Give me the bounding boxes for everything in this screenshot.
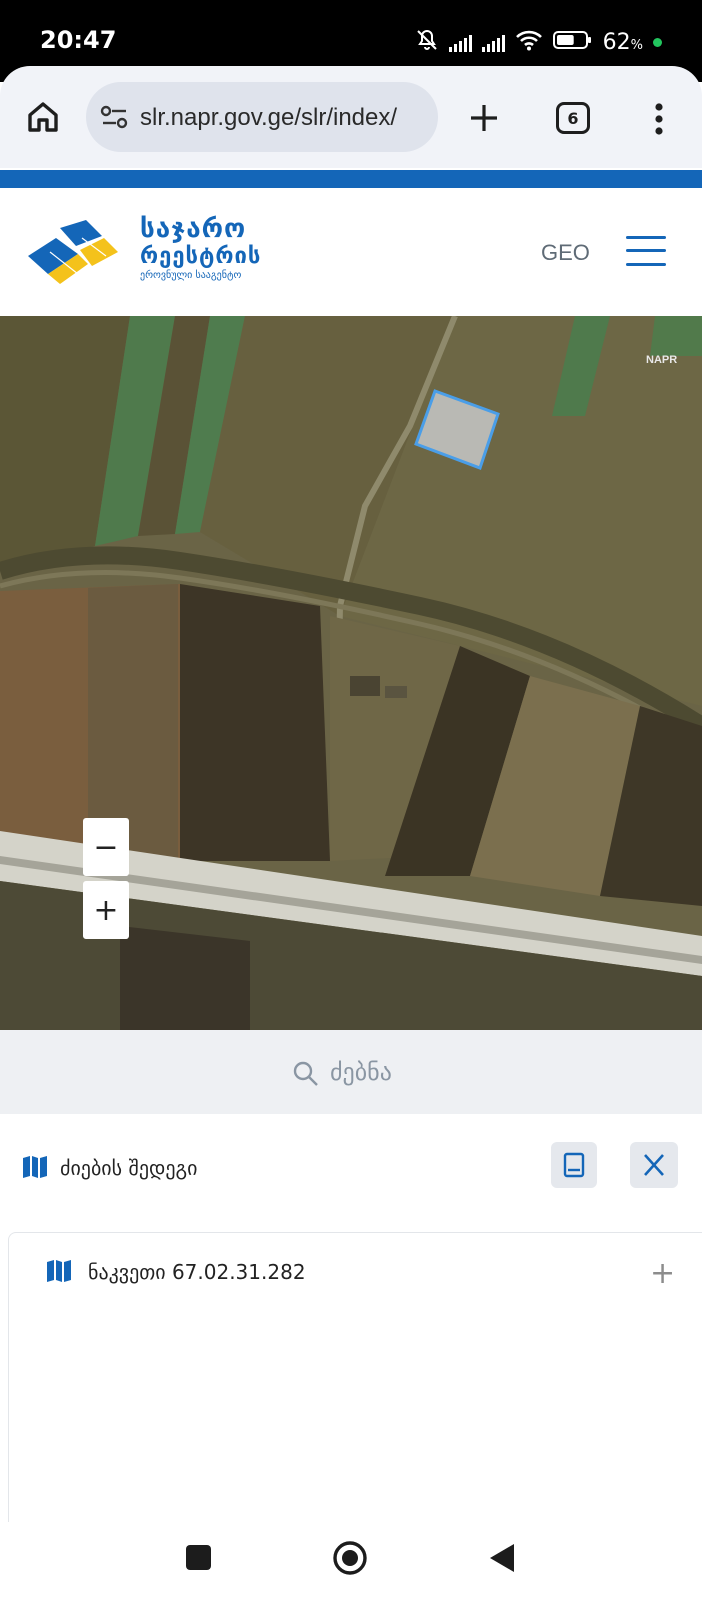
status-time: 20:47	[40, 26, 117, 54]
dock-panel-button[interactable]	[551, 1142, 597, 1188]
home-icon[interactable]	[26, 100, 60, 139]
language-switch[interactable]: GEO	[541, 240, 590, 266]
zoom-in-button[interactable]: +	[83, 881, 129, 939]
top-accent-band	[0, 170, 702, 188]
result-item-parcel[interactable]: ნაკვეთი 67.02.31.282	[88, 1260, 306, 1284]
status-icons: 62%	[415, 28, 662, 57]
url-text[interactable]: slr.napr.gov.ge/slr/index/	[140, 104, 397, 132]
zoom-out-button[interactable]: −	[83, 818, 129, 876]
close-icon	[644, 1154, 664, 1176]
back-icon[interactable]	[488, 1542, 516, 1579]
search-icon	[292, 1060, 320, 1093]
brand-subtitle: ეროვნული სააგენტო	[140, 270, 242, 281]
tabs-icon[interactable]: 6	[556, 102, 590, 134]
battery-icon	[552, 30, 593, 55]
recents-icon[interactable]	[186, 1545, 211, 1570]
home-icon[interactable]	[332, 1540, 368, 1581]
signal-icon	[481, 34, 505, 52]
dock-bottom-icon	[563, 1152, 585, 1178]
map-icon	[46, 1259, 72, 1288]
signal-icon	[448, 34, 472, 52]
results-title: ძიების შედეგი	[60, 1156, 198, 1180]
search-label[interactable]: ძებნა	[330, 1058, 392, 1086]
hamburger-menu-icon[interactable]	[626, 234, 666, 268]
tab-count: 6	[567, 108, 579, 128]
add-result-button[interactable]: +	[650, 1256, 675, 1291]
new-tab-icon[interactable]	[468, 102, 500, 139]
battery-percent: 62%	[602, 30, 643, 55]
map-watermark: NAPR	[646, 354, 678, 366]
map-icon	[22, 1155, 48, 1184]
wifi-icon	[515, 29, 543, 56]
notification-dot	[653, 38, 662, 47]
napr-logo[interactable]	[26, 216, 122, 291]
close-panel-button[interactable]	[630, 1142, 678, 1188]
brand-line-1: საჯარო	[140, 214, 247, 244]
brand-line-2: რეესტრის	[140, 244, 262, 269]
more-menu-icon[interactable]	[653, 102, 665, 141]
bell-off-icon	[415, 28, 439, 57]
site-settings-icon[interactable]	[100, 104, 130, 135]
